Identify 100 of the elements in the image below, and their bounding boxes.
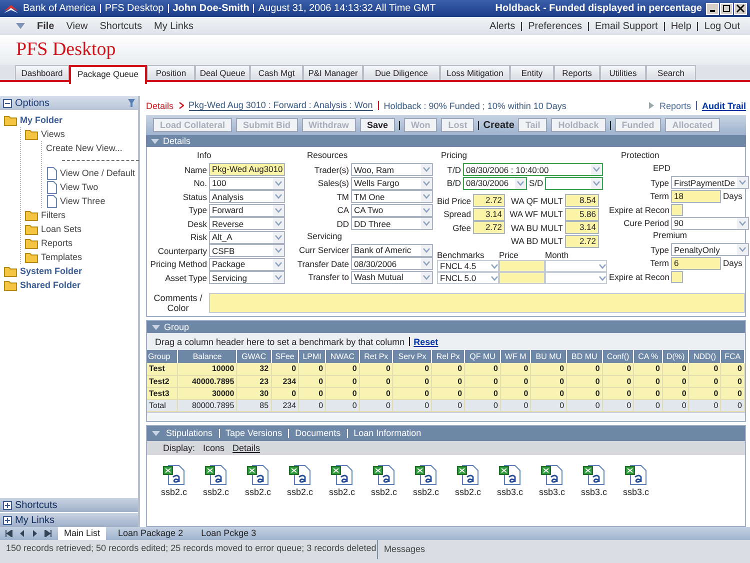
number-field[interactable]: 3.14 (473, 208, 505, 220)
file-name[interactable]: ssb2.c (286, 486, 313, 496)
dropdown-field[interactable]: Alt_A (209, 230, 285, 244)
menu-link[interactable]: Help (670, 20, 692, 32)
link[interactable]: Audit Trail (702, 100, 746, 110)
file-name[interactable]: ssb2.c (412, 486, 439, 496)
dropdown-field[interactable] (545, 176, 604, 190)
dropdown-field[interactable]: 08/30/2006 (463, 176, 527, 190)
menu-link[interactable]: Log Out (704, 20, 740, 32)
flag-field[interactable] (671, 204, 683, 216)
tree-item[interactable]: View Three (60, 196, 106, 206)
tree-item[interactable]: Create New View... (46, 143, 122, 153)
nav-tab[interactable]: Position (147, 65, 195, 80)
column-header[interactable]: Rel Px (432, 350, 465, 363)
file-name[interactable]: ssb2.c (328, 486, 355, 496)
nav-tab[interactable]: Loss Mitigation (440, 65, 510, 80)
dropdown-field[interactable]: 100 (209, 176, 285, 190)
column-header[interactable]: WF M (500, 350, 531, 363)
nav-tab[interactable]: Dashboard (15, 65, 69, 80)
display-option[interactable]: Details (232, 442, 260, 452)
column-header[interactable]: Conf() (602, 350, 634, 363)
number-field[interactable]: 3.14 (565, 221, 599, 234)
tree-item[interactable]: Loan Sets (41, 224, 82, 234)
dropdown-field[interactable] (545, 260, 607, 272)
file-name[interactable]: ssb3.c (580, 486, 607, 496)
dropdown-field[interactable]: Servicing (209, 271, 285, 284)
nav-tab[interactable]: P&I Manager (303, 65, 363, 80)
menu-item[interactable]: File (37, 20, 54, 32)
dropdown-field[interactable]: PenaltyOnly (671, 243, 749, 256)
nav-tab[interactable]: Search (646, 65, 696, 80)
tree-item[interactable]: Views (41, 129, 65, 139)
tree-item[interactable]: View One / Default (60, 168, 135, 178)
flag-field[interactable] (671, 270, 683, 282)
dropdown-field[interactable]: Woo, Ram (351, 163, 433, 176)
nav-tab[interactable]: Due Diligence (363, 65, 440, 80)
tree-item[interactable]: Shared Folder (20, 280, 81, 290)
panel-header[interactable]: Shortcuts (0, 498, 138, 512)
reset-link[interactable]: Reset (414, 336, 438, 346)
tree-item[interactable]: Reports (41, 238, 73, 248)
dropdown-field[interactable]: TM One (351, 190, 433, 203)
sheet-tab[interactable]: Main List (58, 527, 106, 540)
file-name[interactable]: ssb2.c (370, 486, 397, 496)
maximize-button[interactable] (720, 2, 733, 14)
dropdown-field[interactable]: Package (209, 258, 285, 270)
dropdown-field[interactable]: FNCL 4.5 (437, 260, 499, 272)
column-header[interactable]: BD MU (566, 350, 602, 363)
file-name[interactable]: ssb2.c (244, 486, 271, 496)
section-tab[interactable]: Documents (295, 428, 341, 438)
dropdown-field[interactable]: Reverse (209, 217, 285, 230)
tree-item[interactable]: Templates (41, 252, 82, 262)
number-field[interactable]: 8.54 (565, 194, 599, 207)
nav-tab[interactable]: Cash Mgt (250, 65, 303, 80)
dropdown-field[interactable]: Forward (209, 204, 285, 216)
tree-item[interactable]: System Folder (20, 266, 82, 276)
column-header[interactable]: Ret Px (359, 350, 393, 363)
number-field[interactable]: 2.72 (473, 194, 505, 207)
dropdown-field[interactable]: 08/30/2006 : 10:40:00 (463, 163, 603, 176)
column-header[interactable]: SFee (271, 350, 299, 363)
price-field[interactable] (499, 272, 545, 284)
dropdown-field[interactable]: Wash Mutual (351, 270, 433, 284)
dropdown-field[interactable]: Analysis (209, 190, 285, 203)
column-header[interactable]: Serv Px (392, 350, 432, 363)
file-name[interactable]: ssb3.c (496, 486, 523, 496)
sheet-tab[interactable]: Loan Pckge 3 (195, 527, 262, 540)
dropdown-field[interactable] (545, 272, 607, 284)
menu-link[interactable]: Email Support (595, 20, 658, 32)
column-header[interactable]: NDD() (688, 350, 721, 363)
toolbar-button[interactable]: Save (360, 118, 395, 132)
link[interactable]: Reports (659, 100, 691, 110)
file-name[interactable]: ssb2.c (202, 486, 229, 496)
dropdown-field[interactable]: Bank of Americ (351, 244, 433, 256)
number-field[interactable]: 2.72 (565, 234, 599, 248)
dropdown-field[interactable]: 90 (671, 216, 749, 230)
nav-tab[interactable]: Reports (554, 65, 600, 80)
display-option[interactable]: Icons (203, 442, 225, 452)
minimize-button[interactable] (706, 2, 719, 14)
section-tab[interactable]: Stipulations (166, 428, 213, 438)
dropdown-field[interactable]: FNCL 5.0 (437, 272, 499, 284)
tree-item[interactable]: View Two (60, 182, 98, 192)
file-name[interactable]: ssb2.c (454, 486, 481, 496)
column-header[interactable]: D(%) (662, 350, 689, 363)
column-header[interactable]: QF MU (464, 350, 500, 363)
menu-item[interactable]: My Links (154, 20, 194, 32)
section-tab[interactable]: Tape Versions (226, 428, 282, 438)
panel-header[interactable]: My Links (0, 513, 138, 527)
text-field[interactable]: 6 (671, 256, 721, 270)
dropdown-field[interactable]: Wells Fargo (351, 176, 433, 190)
tree-item[interactable]: Filters (41, 210, 66, 220)
file-name[interactable]: ssb3.c (622, 486, 649, 496)
nav-tab[interactable]: Entity (510, 65, 554, 80)
column-header[interactable]: BU MU (530, 350, 567, 363)
menu-link[interactable]: Preferences (528, 20, 582, 32)
file-name[interactable]: ssb3.c (538, 486, 565, 496)
menu-item[interactable]: View (66, 20, 88, 32)
dropdown-field[interactable]: CSFB (209, 244, 285, 257)
dropdown-field[interactable]: CA Two (351, 204, 433, 216)
nav-tab[interactable]: Utilities (600, 65, 646, 80)
sheet-tab[interactable]: Loan Package 2 (112, 527, 190, 540)
section-tab[interactable]: Loan Information (354, 428, 422, 438)
number-field[interactable]: 2.72 (473, 221, 505, 234)
